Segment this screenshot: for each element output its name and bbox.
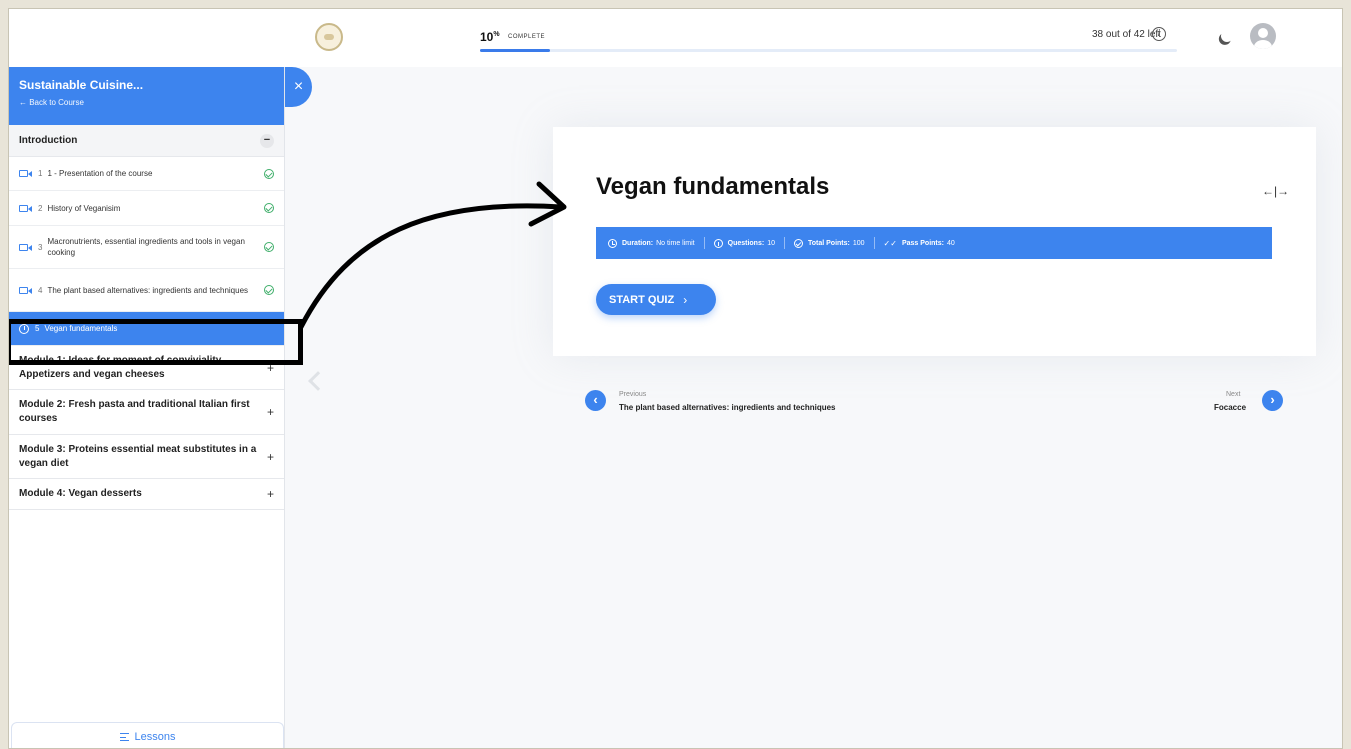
app-window: 10% COMPLETE 38 out of 42 left i Sustain…	[8, 8, 1343, 749]
annotation-arrow-icon	[298, 181, 567, 330]
